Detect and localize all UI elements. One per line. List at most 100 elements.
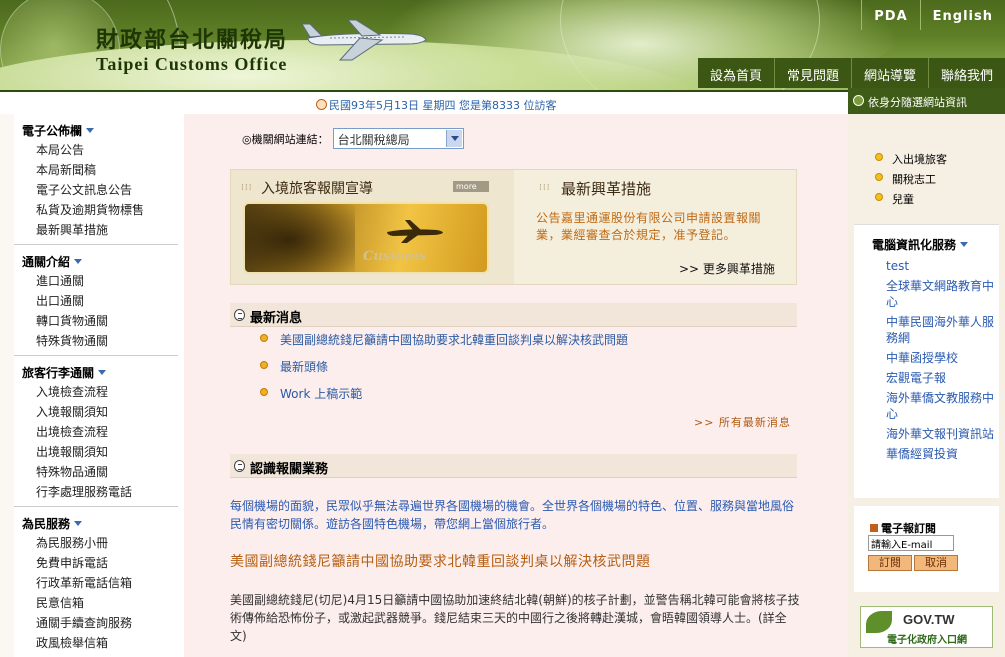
all-news-link[interactable]: >> 所有最新消息: [694, 414, 791, 430]
sidebar-section-title-text: 電子公佈欄: [22, 124, 83, 138]
gov-logo-subtext: 電子化政府入口網: [887, 635, 967, 646]
dropdown-arrow-icon[interactable]: [445, 130, 462, 147]
sidebar-item[interactable]: 特殊物品通關: [22, 460, 178, 480]
nav-sitemap[interactable]: 網站導覽: [850, 58, 928, 88]
sidebar-section-service: 為民服務 為民服務小冊 免費申訴電話 行政革新電話信箱 民意信箱 通關手續查詢服…: [14, 507, 178, 657]
sidebar-item[interactable]: 本局新聞稿: [22, 158, 178, 178]
english-link[interactable]: English: [919, 0, 1005, 30]
sidebar-item[interactable]: 出口通關: [22, 289, 178, 309]
sidebar-item[interactable]: 私貨及逾期貨物標售: [22, 198, 178, 218]
sidebar-section-title[interactable]: 為民服務: [22, 511, 178, 531]
dotted-grid-icon: ⁞⁞⁞: [241, 183, 253, 193]
banner-shade: [245, 204, 355, 272]
subscribe-button[interactable]: 訂閱: [868, 555, 912, 571]
sidebar-item[interactable]: 行政革新電話信箱: [22, 571, 178, 591]
promo-notice[interactable]: 公告嘉里通運股份有限公司申請設置報關業，業經審查合於規定，准予登記。: [536, 210, 776, 244]
it-services-title-text: 電腦資訊化服務: [872, 238, 957, 252]
epaper-title: 電子報訂閱: [870, 520, 936, 536]
audience-link-travelers[interactable]: 入出境旅客: [848, 148, 1005, 168]
bullet-icon: [260, 388, 268, 396]
nav-faq[interactable]: 常見問題: [773, 58, 851, 88]
main-content: ◎機關網站連結： 台北關稅總局 ⁞⁞⁞ 入境旅客報關宣導 more Custom…: [184, 114, 848, 657]
more-reforms-link[interactable]: >> 更多興革措施: [679, 260, 775, 277]
service-link[interactable]: 海外華僑文教服務中心: [886, 390, 996, 422]
news-item[interactable]: 最新頭條: [258, 358, 628, 385]
caret-down-icon: [74, 259, 83, 264]
service-link[interactable]: test: [886, 258, 996, 274]
sidebar-section-title[interactable]: 通關介紹: [22, 249, 178, 269]
nav-set-homepage[interactable]: 設為首頁: [698, 58, 774, 88]
sidebar-item[interactable]: 電子公文訊息公告: [22, 178, 178, 198]
email-input[interactable]: [868, 535, 954, 551]
sidebar-item[interactable]: 出境檢查流程: [22, 420, 178, 440]
promo-panel: ⁞⁞⁞ 入境旅客報關宣導 more Customs ⁞⁞⁞ 最新興革措施 公告嘉…: [230, 169, 797, 285]
sidebar-section-title-text: 旅客行李通關: [22, 366, 95, 380]
left-sidebar: 電子公佈欄 本局公告 本局新聞稿 電子公文訊息公告 私貨及逾期貨物標售 最新興革…: [0, 114, 184, 657]
service-link[interactable]: 海外華文報刊資訊站: [886, 426, 996, 442]
site-title-zh: 財政部台北關稅局: [96, 27, 289, 53]
gov-portal-logo[interactable]: GOV.TW 電子化政府入口網: [860, 606, 993, 648]
service-link[interactable]: 中華函授學校: [886, 350, 996, 366]
sidebar-item[interactable]: 行李處理服務電話: [22, 480, 178, 500]
sidebar-item[interactable]: 通關手續查詢服務: [22, 611, 178, 631]
intro-text[interactable]: 每個機場的面貌，民眾似乎無法尋遍世界各國機場的機會。全世界各個機場的特色、位置、…: [230, 497, 800, 533]
agency-link-row: ◎機關網站連結： 台北關稅總局: [242, 128, 464, 149]
service-link[interactable]: 宏觀電子報: [886, 370, 996, 386]
unsubscribe-button[interactable]: 取消: [914, 555, 958, 571]
sidebar-item[interactable]: 入境檢查流程: [22, 380, 178, 400]
audience-selector-bar[interactable]: 依身分隨選網站資訊: [848, 88, 1005, 114]
agency-select[interactable]: 台北關稅總局: [332, 128, 464, 149]
sidebar-item[interactable]: 政風檢舉信箱: [22, 631, 178, 651]
business-section-title: 認識報關業務: [250, 462, 329, 477]
more-button[interactable]: more: [453, 181, 489, 192]
service-link[interactable]: 華僑經貿投資: [886, 446, 996, 462]
service-link[interactable]: 全球華文網路教育中心: [886, 278, 996, 310]
audience-link-text: 關稅志工: [892, 173, 936, 186]
sidebar-item[interactable]: 最新興革措施: [22, 218, 178, 238]
status-bar: 民國93年5月13日 星期四 您是第8333 位訪客: [0, 92, 848, 114]
pda-link[interactable]: PDA: [861, 0, 919, 30]
caret-down-icon: [86, 128, 95, 133]
sidebar-item[interactable]: 入境報關須知: [22, 400, 178, 420]
sidebar-item[interactable]: 特殊貨物通關: [22, 329, 178, 349]
promo-right-title: 最新興革措施: [561, 180, 652, 198]
audience-link-children[interactable]: 兒童: [848, 188, 1005, 208]
sidebar-section-title[interactable]: 旅客行李通關: [22, 360, 178, 380]
promo-left-title: 入境旅客報關宣導: [261, 181, 373, 197]
sidebar-item[interactable]: 為民服務小冊: [22, 531, 178, 551]
sidebar-item[interactable]: 出境報關須知: [22, 440, 178, 460]
leaf-logo-icon: [866, 611, 892, 633]
epaper-subscribe-box: 電子報訂閱 訂閱 取消: [854, 506, 999, 592]
audience-link-volunteers[interactable]: 關稅志工: [848, 168, 1005, 188]
news-item[interactable]: 美國副總統錢尼籲請中國協助要求北韓重回談判桌以解決核武問題: [258, 331, 628, 358]
bullet-icon: [260, 361, 268, 369]
arrow-square-icon: [870, 524, 878, 532]
sidebar-item[interactable]: 民意信箱: [22, 591, 178, 611]
news-item-text: 美國副總統錢尼籲請中國協助要求北韓重回談判桌以解決核武問題: [280, 333, 629, 347]
news-item-text: Work 上稿示範: [280, 387, 363, 401]
it-services-title[interactable]: 電腦資訊化服務: [872, 236, 969, 253]
news-section-head: 最新消息: [230, 303, 797, 327]
nav-contact[interactable]: 聯絡我們: [927, 58, 1005, 88]
sidebar-item[interactable]: 轉口貨物通關: [22, 309, 178, 329]
banner-word: Customs: [363, 249, 426, 264]
bullet-icon: [875, 153, 883, 161]
business-section-head: 認識報關業務: [230, 454, 797, 478]
service-link[interactable]: 中華民國海外華人服務網: [886, 314, 996, 346]
sidebar-section-title[interactable]: 電子公佈欄: [22, 118, 178, 138]
gov-logo-text: GOV.TW: [903, 612, 955, 627]
sidebar-item[interactable]: 本局公告: [22, 138, 178, 158]
sidebar-section-bulletin: 電子公佈欄 本局公告 本局新聞稿 電子公文訊息公告 私貨及逾期貨物標售 最新興革…: [14, 114, 178, 245]
agency-link-label: ◎機關網站連結：: [242, 132, 329, 146]
bullet-icon: [875, 193, 883, 201]
customs-banner[interactable]: Customs: [243, 202, 489, 274]
dotted-grid-icon: ⁞⁞⁞: [539, 183, 551, 193]
sidebar-section-title-text: 通關介紹: [22, 255, 71, 269]
sidebar-item[interactable]: 免費申訴電話: [22, 551, 178, 571]
article-headline[interactable]: 美國副總統錢尼籲請中國協助要求北韓重回談判桌以解決核武問題: [230, 551, 651, 571]
main-nav: 設為首頁 常見問題 網站導覽 聯絡我們: [697, 58, 1005, 88]
site-header: 財政部台北關稅局 Taipei Customs Office PDA Engli…: [0, 0, 1005, 92]
news-item[interactable]: Work 上稿示範: [258, 385, 628, 412]
sidebar-item[interactable]: 進口通關: [22, 269, 178, 289]
site-title-en: Taipei Customs Office: [96, 54, 288, 74]
